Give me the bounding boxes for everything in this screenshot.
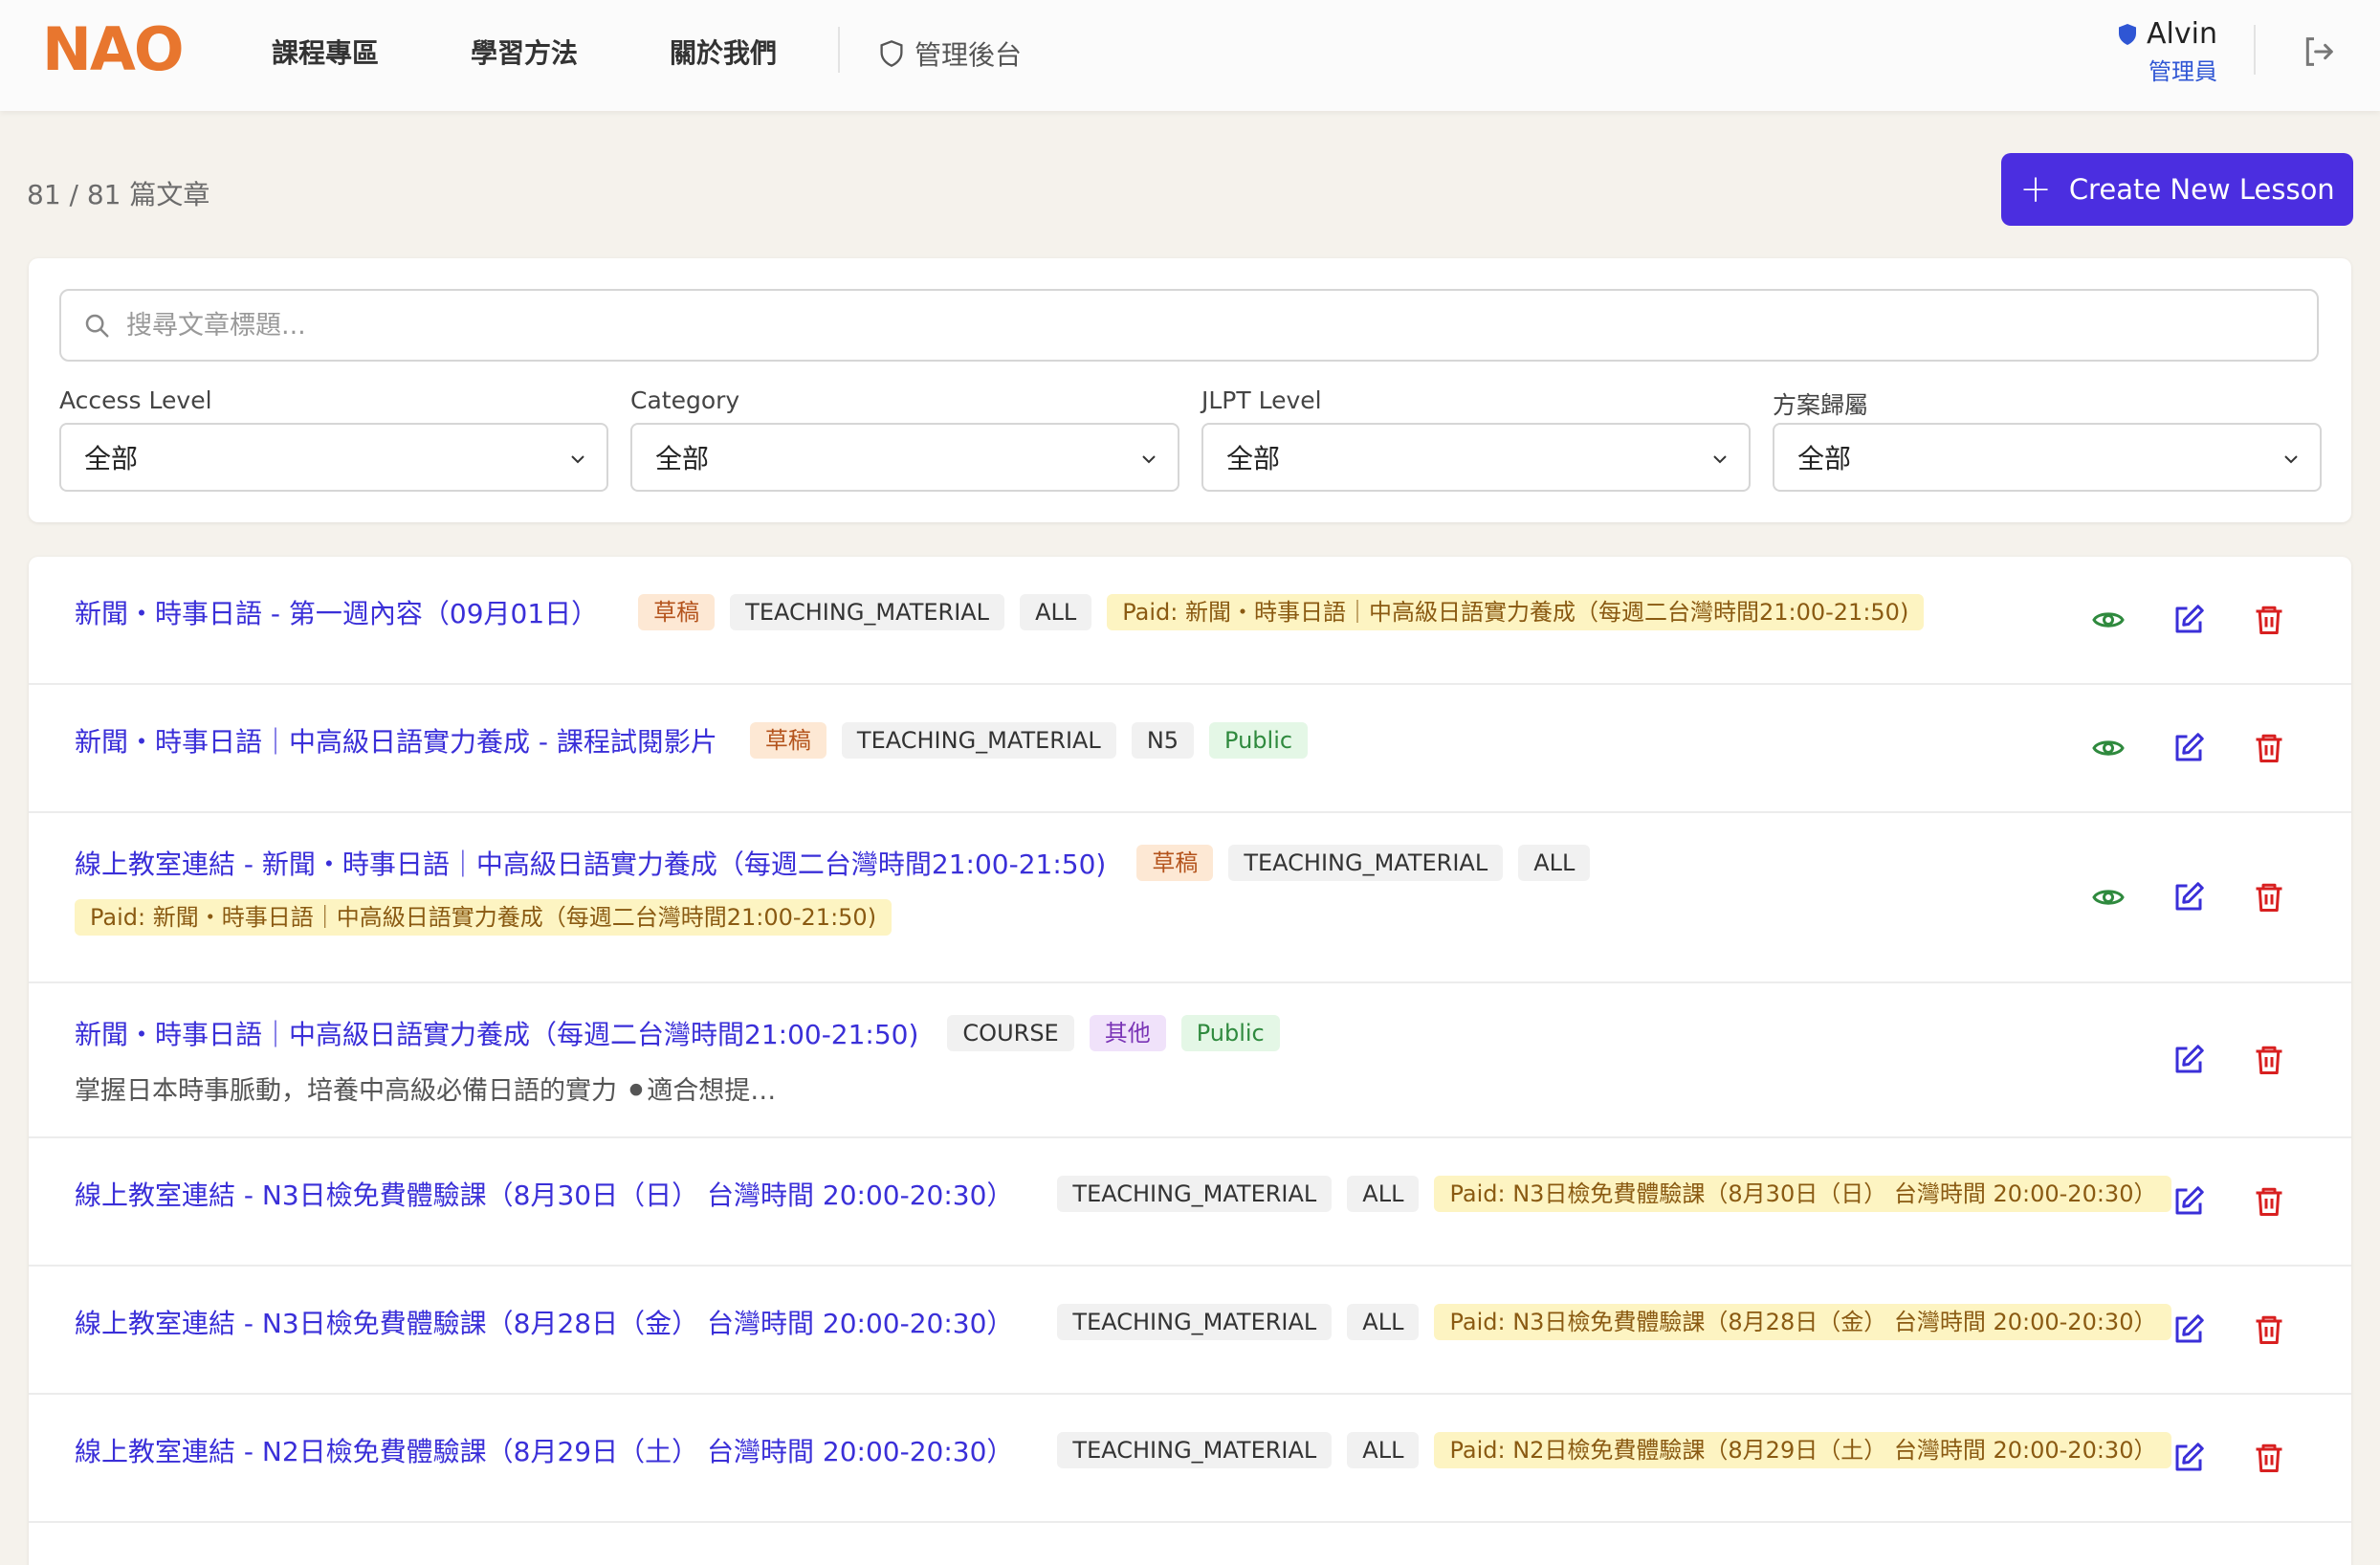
category-value: 全部	[655, 443, 710, 474]
lesson-row: 新聞・時事日語｜中高級日語實力養成（每週二台灣時間21:00-21:50) CO…	[29, 983, 2351, 1138]
lesson-list: 新聞・時事日語 - 第一週內容（09月01日） 草稿 TEACHING_MATE…	[29, 557, 2351, 1565]
category-badge: TEACHING_MATERIAL	[841, 722, 1116, 759]
edit-icon[interactable]	[2171, 880, 2206, 915]
chevron-down-icon	[1713, 455, 1727, 464]
create-lesson-label: Create New Lesson	[2068, 173, 2335, 206]
chevron-down-icon	[2284, 455, 2298, 464]
nav-item-courses[interactable]: 課程專區	[272, 33, 379, 71]
category-badge: COURSE	[947, 1015, 1074, 1051]
lesson-title[interactable]: 新聞・時事日語 - 第一週內容（09月01日）	[75, 593, 598, 631]
eye-icon[interactable]	[2091, 603, 2126, 637]
level-badge: 其他	[1089, 1015, 1166, 1051]
lesson-title[interactable]: 線上教室連結 - 新聞・時事日語｜中高級日語實力養成（每週二台灣時間21:00-…	[75, 844, 1106, 882]
access-badge: Public	[1209, 722, 1309, 759]
access-badge: Paid: N3日檢免費體驗課（8月28日（金） 台灣時間 20:00-20:3…	[1434, 1304, 2172, 1340]
plan-select[interactable]: 全部	[1773, 423, 2322, 492]
plus-icon: +	[2019, 167, 2052, 211]
plan-value: 全部	[1797, 443, 1852, 474]
lesson-title[interactable]: 線上教室連結 - N3日檢免費體驗課（8月30日（日） 台灣時間 20:00-2…	[75, 1175, 1013, 1213]
edit-icon[interactable]	[2171, 1043, 2206, 1077]
user-info[interactable]: Alvin 管理員	[2116, 17, 2217, 86]
edit-icon[interactable]	[2171, 1312, 2206, 1347]
edit-icon[interactable]	[2171, 1184, 2206, 1219]
trash-icon[interactable]	[2252, 1184, 2286, 1219]
trash-icon[interactable]	[2252, 1312, 2286, 1347]
user-name: Alvin	[2147, 17, 2217, 51]
header-divider	[2254, 25, 2256, 75]
eye-icon[interactable]	[2091, 880, 2126, 915]
level-badge: ALL	[1518, 845, 1591, 881]
top-nav-bar: NAO 課程專區 學習方法 關於我們 管理後台 Alvin 管理員	[0, 0, 2380, 111]
chevron-down-icon	[571, 455, 584, 464]
search-box[interactable]	[59, 289, 2319, 362]
access-level-label: Access Level	[59, 386, 212, 414]
level-badge: ALL	[1347, 1432, 1420, 1468]
access-badge: Paid: N3日檢免費體驗課（8月30日（日） 台灣時間 20:00-20:3…	[1434, 1176, 2172, 1212]
lesson-title[interactable]: 新聞・時事日語｜中高級日語實力養成 - 課程試閱影片	[75, 721, 717, 760]
edit-icon[interactable]	[2171, 603, 2206, 637]
access-level-value: 全部	[84, 443, 139, 474]
category-label: Category	[630, 386, 740, 414]
trash-icon[interactable]	[2252, 731, 2286, 765]
logout-icon	[2305, 37, 2333, 66]
filter-panel: Access Level 全部 Category 全部 JLPT Level 全…	[29, 258, 2351, 522]
trash-icon[interactable]	[2252, 1441, 2286, 1475]
nav-item-learning-method[interactable]: 學習方法	[471, 33, 578, 71]
category-badge: TEACHING_MATERIAL	[730, 594, 1005, 630]
nav-item-about-us[interactable]: 關於我們	[670, 33, 777, 71]
category-badge: TEACHING_MATERIAL	[1057, 1304, 1333, 1340]
lesson-title[interactable]: 線上教室連結 - N3日檢免費體驗課（8月28日（金） 台灣時間 20:00-2…	[75, 1303, 1013, 1341]
category-badge: TEACHING_MATERIAL	[1057, 1176, 1333, 1212]
admin-dashboard-link[interactable]: 管理後台	[878, 34, 1022, 73]
category-badge: TEACHING_MATERIAL	[1057, 1432, 1333, 1468]
lesson-row: 線上教室連結 - N3日檢免費體驗課（8月28日（金） 台灣時間 20:00-2…	[29, 1267, 2351, 1395]
edit-icon[interactable]	[2171, 731, 2206, 765]
create-lesson-button[interactable]: + Create New Lesson	[2001, 153, 2353, 226]
edit-icon[interactable]	[2171, 1441, 2206, 1475]
access-badge: Paid: 新聞・時事日語｜中高級日語實力養成（每週二台灣時間21:00-21:…	[1107, 594, 1925, 630]
draft-badge: 草稿	[1136, 845, 1214, 881]
draft-badge: 草稿	[638, 594, 716, 630]
level-badge: ALL	[1347, 1176, 1420, 1212]
search-input[interactable]	[126, 310, 2231, 341]
lesson-row: 新聞・時事日語｜中高級日語實力養成 - 課程試閱影片 草稿 TEACHING_M…	[29, 685, 2351, 813]
lesson-row: 新聞・時事日語 - 第一週內容（09月01日） 草稿 TEACHING_MATE…	[29, 557, 2351, 685]
jlpt-level-select[interactable]: 全部	[1201, 423, 1751, 492]
article-count: 81 / 81 篇文章	[27, 179, 210, 210]
access-badge: Public	[1180, 1015, 1280, 1051]
logout-button[interactable]	[2300, 33, 2338, 75]
lesson-row: 線上教室連結 - N3日檢免費體驗課（8月30日（日） 台灣時間 20:00-2…	[29, 1138, 2351, 1267]
access-level-select[interactable]: 全部	[59, 423, 608, 492]
search-icon	[85, 314, 109, 338]
category-select[interactable]: 全部	[630, 423, 1179, 492]
category-badge: TEACHING_MATERIAL	[1228, 845, 1504, 881]
plan-label: 方案歸屬	[1773, 391, 1869, 419]
jlpt-level-value: 全部	[1226, 443, 1281, 474]
trash-icon[interactable]	[2252, 880, 2286, 915]
shield-filled-icon	[2119, 23, 2137, 45]
eye-icon[interactable]	[2091, 731, 2126, 765]
logo[interactable]: NAO	[42, 20, 185, 79]
level-badge: ALL	[1020, 594, 1092, 630]
lesson-row: 線上教室連結 - N2日檢免費體驗課（8月29日（土） 台灣時間 20:00-2…	[29, 1395, 2351, 1523]
nav-divider	[838, 27, 840, 73]
access-badge: Paid: 新聞・時事日語｜中高級日語實力養成（每週二台灣時間21:00-21:…	[75, 899, 892, 936]
lesson-title[interactable]: 新聞・時事日語｜中高級日語實力養成（每週二台灣時間21:00-21:50)	[75, 1014, 918, 1052]
trash-icon[interactable]	[2252, 603, 2286, 637]
user-role: 管理員	[2149, 58, 2217, 85]
level-badge: N5	[1131, 722, 1195, 759]
draft-badge: 草稿	[749, 722, 826, 759]
chevron-down-icon	[1142, 455, 1156, 464]
jlpt-level-label: JLPT Level	[1201, 386, 1322, 414]
admin-link-label: 管理後台	[915, 39, 1023, 71]
access-badge: Paid: N2日檢免費體驗課（8月29日（土） 台灣時間 20:00-20:3…	[1434, 1432, 2172, 1468]
lesson-title[interactable]: 線上教室連結 - N2日檢免費體驗課（8月29日（土） 台灣時間 20:00-2…	[75, 1431, 1013, 1469]
shield-icon	[880, 40, 903, 67]
lesson-description: 掌握日本時事脈動，培養中高級必備日語的實力 ⚫適合想提…	[75, 1076, 777, 1106]
trash-icon[interactable]	[2252, 1043, 2286, 1077]
level-badge: ALL	[1347, 1304, 1420, 1340]
lesson-row: 線上教室連結 - 新聞・時事日語｜中高級日語實力養成（每週二台灣時間21:00-…	[29, 813, 2351, 983]
